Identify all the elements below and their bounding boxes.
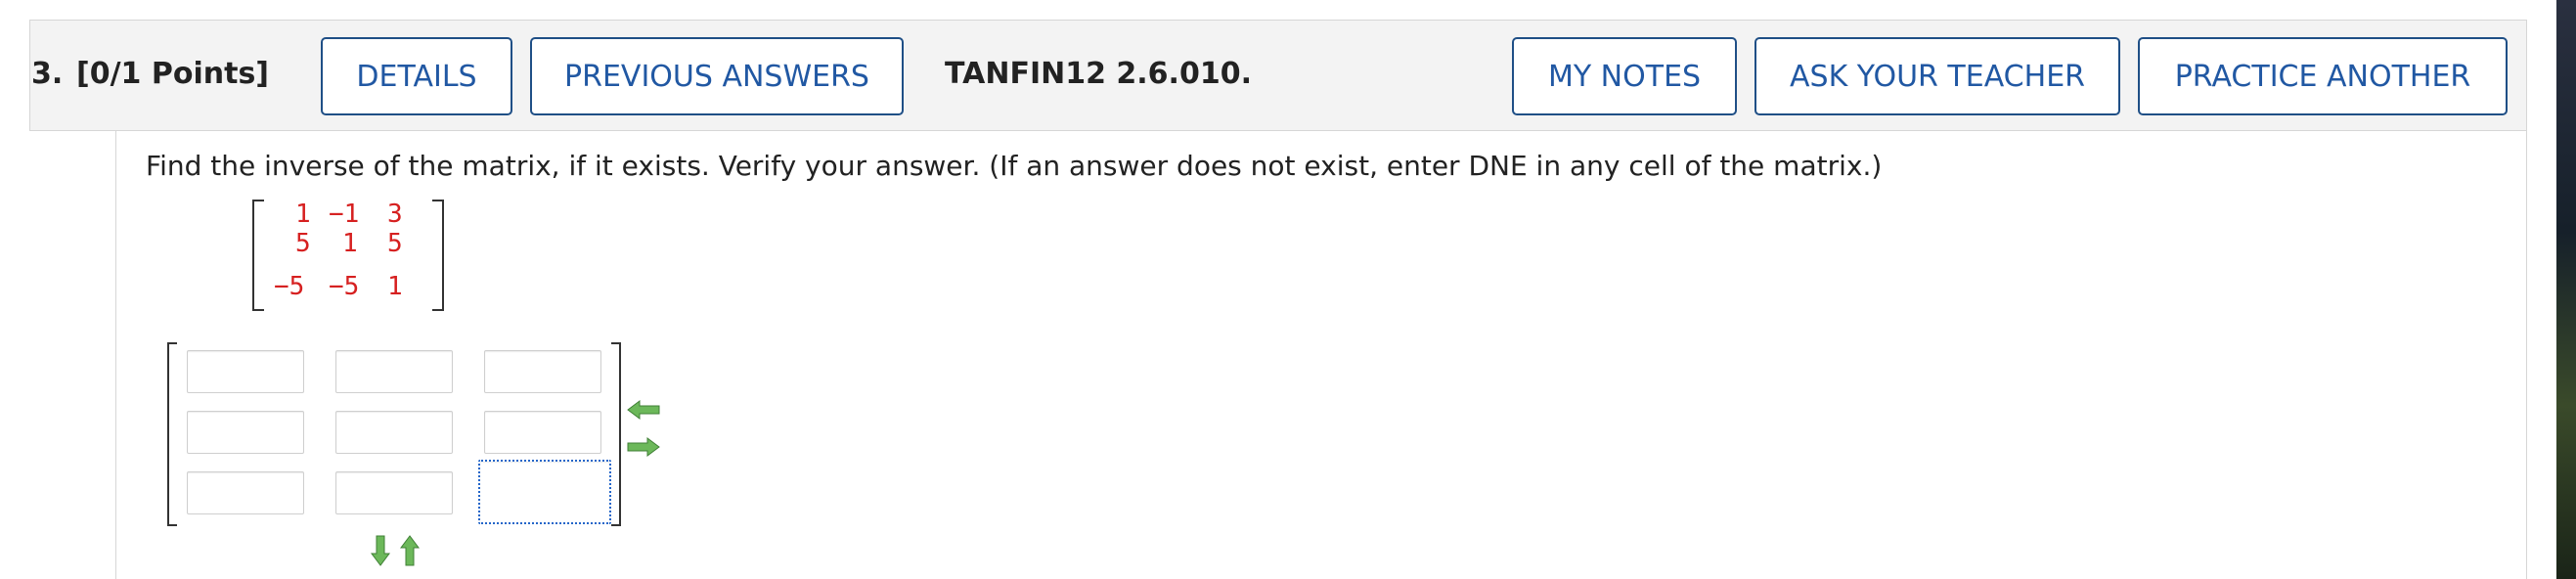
answer-cell-r1c2[interactable]	[335, 350, 453, 393]
question-prompt: Find the inverse of the matrix, if it ex…	[146, 150, 1883, 182]
my-notes-button[interactable]: MY NOTES	[1512, 37, 1737, 115]
right-bracket	[432, 200, 444, 311]
answer-cell-r3c1[interactable]	[187, 471, 304, 514]
given-matrix: 1 −1 3 5 1 5 −5 −5 1	[252, 200, 444, 311]
answer-cell-r2c2[interactable]	[335, 411, 453, 454]
answer-cell-r3c2[interactable]	[335, 471, 453, 514]
left-bracket	[252, 200, 264, 311]
answer-cell-r2c3[interactable]	[484, 411, 601, 454]
ask-your-teacher-button[interactable]: ASK YOUR TEACHER	[1754, 37, 2120, 115]
matrix-value: 5	[295, 229, 311, 258]
arrow-left-icon[interactable]	[626, 399, 661, 421]
answer-matrix	[167, 342, 621, 526]
practice-another-button[interactable]: PRACTICE ANOTHER	[2138, 37, 2508, 115]
matrix-value: 1	[295, 200, 311, 229]
arrow-up-icon[interactable]	[399, 534, 421, 567]
matrix-value: −1	[329, 200, 360, 229]
question-code: TANFIN12 2.6.010.	[945, 57, 1252, 91]
matrix-value: 1	[342, 229, 358, 258]
right-bracket	[611, 342, 621, 526]
answer-cell-r3c3[interactable]	[478, 460, 611, 524]
answer-cell-r1c1[interactable]	[187, 350, 304, 393]
matrix-value: −5	[329, 272, 360, 301]
arrow-down-icon[interactable]	[370, 534, 391, 567]
answer-cell-r2c1[interactable]	[187, 411, 304, 454]
matrix-value: 1	[387, 272, 403, 301]
left-bracket	[167, 342, 177, 526]
matrix-value: 3	[387, 200, 403, 229]
question-points: [0/1 Points]	[76, 57, 270, 91]
arrow-right-icon[interactable]	[626, 436, 661, 458]
question-number: 3.	[31, 57, 64, 91]
previous-answers-button[interactable]: PREVIOUS ANSWERS	[530, 37, 904, 115]
background-strip	[2556, 0, 2576, 579]
details-button[interactable]: DETAILS	[321, 37, 512, 115]
answer-cell-r1c3[interactable]	[484, 350, 601, 393]
matrix-value: −5	[274, 272, 305, 301]
matrix-value: 5	[387, 229, 403, 258]
